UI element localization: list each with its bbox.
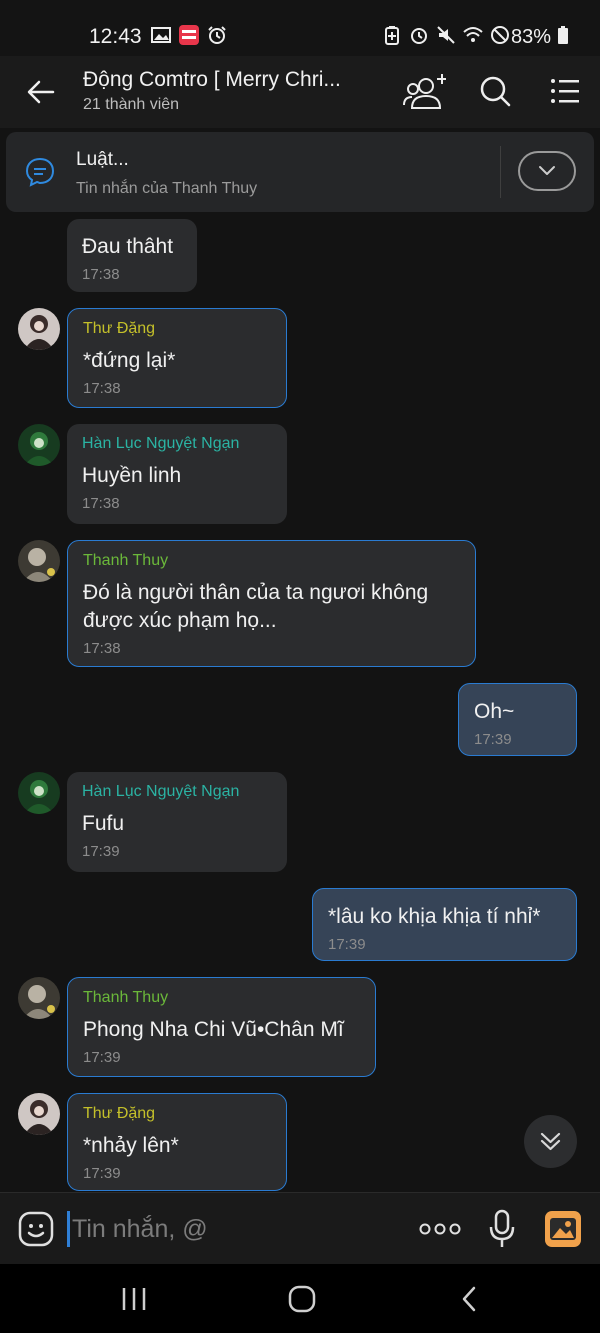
scroll-to-bottom-button[interactable] bbox=[524, 1115, 577, 1168]
avatar[interactable] bbox=[18, 540, 60, 582]
pinned-title: Luật... bbox=[76, 149, 129, 170]
message-text: *nhảy lên* bbox=[83, 1134, 179, 1157]
sender-name[interactable]: Thư Đặng bbox=[83, 320, 271, 338]
status-bar: 12:43 83% bbox=[0, 0, 600, 56]
emoji-icon[interactable] bbox=[18, 1211, 54, 1247]
back-nav-icon[interactable] bbox=[452, 1284, 488, 1314]
message-time: 17:38 bbox=[83, 640, 121, 657]
avatar[interactable] bbox=[18, 424, 60, 466]
message-time: 17:39 bbox=[474, 731, 512, 748]
message-time: 17:39 bbox=[328, 936, 366, 953]
recent-apps-icon[interactable] bbox=[116, 1284, 152, 1314]
chevron-down-icon bbox=[539, 166, 555, 175]
do-not-disturb-icon bbox=[491, 26, 509, 44]
chat-bubble-icon bbox=[25, 157, 55, 187]
message-input-bar: Tin nhắn, @ bbox=[0, 1192, 600, 1264]
menu-icon[interactable] bbox=[546, 72, 590, 112]
alarm-icon bbox=[411, 28, 427, 44]
avatar[interactable] bbox=[18, 772, 60, 814]
battery-saver-icon bbox=[385, 26, 399, 45]
sender-name[interactable]: Thanh Thuy bbox=[83, 552, 460, 570]
expand-pinned-button[interactable] bbox=[518, 151, 576, 191]
message-text: Fufu bbox=[82, 812, 125, 835]
pinned-message[interactable]: Luật... Tin nhắn của Thanh Thuy bbox=[6, 132, 594, 212]
message-time: 17:38 bbox=[83, 380, 121, 397]
status-left-icons bbox=[151, 25, 227, 45]
search-icon[interactable] bbox=[474, 72, 518, 112]
message-text: Đó là người thân của ta ngươi không được… bbox=[83, 581, 429, 632]
message-bubble[interactable]: Thư Đặng *nhảy lên* 17:39 bbox=[67, 1093, 287, 1191]
member-count[interactable]: 21 thành viên bbox=[83, 96, 179, 114]
message-bubble[interactable]: Hàn Lục Nguyệt Ngạn Fufu 17:39 bbox=[67, 772, 287, 872]
message-bubble[interactable]: Thanh Thuy Đó là người thân của ta ngươi… bbox=[67, 540, 476, 667]
sender-name[interactable]: Thanh Thuy bbox=[83, 989, 360, 1007]
battery-level: 83% bbox=[511, 25, 569, 49]
status-right-icons bbox=[382, 25, 510, 45]
message-text: Oh~ bbox=[474, 700, 515, 723]
double-chevron-down-icon bbox=[540, 1132, 561, 1151]
sender-name[interactable]: Hàn Lục Nguyệt Ngạn bbox=[82, 435, 272, 453]
message-bubble[interactable]: Đau thâht 17:38 bbox=[67, 219, 197, 292]
message-bubble-mine[interactable]: Oh~ 17:39 bbox=[458, 683, 577, 756]
home-icon[interactable] bbox=[284, 1284, 320, 1314]
avatar[interactable] bbox=[18, 308, 60, 350]
message-text: Huyền linh bbox=[82, 464, 182, 487]
message-bubble[interactable]: Thư Đặng *đứng lại* 17:38 bbox=[67, 308, 287, 408]
message-time: 17:39 bbox=[82, 843, 120, 860]
message-input[interactable]: Tin nhắn, @ bbox=[72, 1215, 208, 1244]
message-text: Đau thâht bbox=[82, 235, 174, 258]
manga-toon-icon bbox=[179, 25, 199, 45]
battery-icon bbox=[557, 26, 568, 44]
image-notification-icon bbox=[151, 27, 171, 43]
message-time: 17:39 bbox=[83, 1165, 121, 1182]
sender-name[interactable]: Thư Đặng bbox=[83, 1105, 271, 1123]
message-text: *đứng lại* bbox=[83, 349, 176, 372]
chat-header: Động Comtro [ Merry Chri... 21 thành viê… bbox=[0, 56, 600, 128]
arrow-left-icon[interactable] bbox=[26, 77, 56, 107]
more-dots-icon[interactable] bbox=[418, 1217, 462, 1241]
message-time: 17:38 bbox=[82, 495, 120, 512]
message-bubble-mine[interactable]: *lâu ko khịa khịa tí nhỉ* 17:39 bbox=[312, 888, 577, 961]
mute-icon bbox=[437, 26, 455, 44]
add-member-icon[interactable] bbox=[402, 72, 446, 112]
microphone-icon[interactable] bbox=[488, 1209, 516, 1249]
alarm-icon bbox=[208, 26, 226, 44]
group-title[interactable]: Động Comtro [ Merry Chri... bbox=[83, 68, 373, 92]
gallery-icon[interactable] bbox=[544, 1210, 582, 1248]
text-cursor bbox=[67, 1211, 70, 1247]
wifi-icon bbox=[463, 27, 483, 42]
avatar[interactable] bbox=[18, 1093, 60, 1135]
sender-name[interactable]: Hàn Lục Nguyệt Ngạn bbox=[82, 783, 272, 801]
message-bubble[interactable]: Hàn Lục Nguyệt Ngạn Huyền linh 17:38 bbox=[67, 424, 287, 524]
avatar[interactable] bbox=[18, 977, 60, 1019]
message-bubble[interactable]: Thanh Thuy Phong Nha Chi Vũ•Chân Mĩ 17:3… bbox=[67, 977, 376, 1077]
message-time: 17:39 bbox=[83, 1049, 121, 1066]
pinned-subtitle: Tin nhắn của Thanh Thuy bbox=[76, 180, 258, 197]
divider bbox=[500, 146, 501, 198]
system-navigation-bar bbox=[0, 1264, 600, 1333]
message-time: 17:38 bbox=[82, 266, 120, 283]
message-text: *lâu ko khịa khịa tí nhỉ* bbox=[328, 905, 541, 928]
message-text: Phong Nha Chi Vũ•Chân Mĩ bbox=[83, 1018, 344, 1041]
status-time: 12:43 bbox=[89, 25, 142, 48]
